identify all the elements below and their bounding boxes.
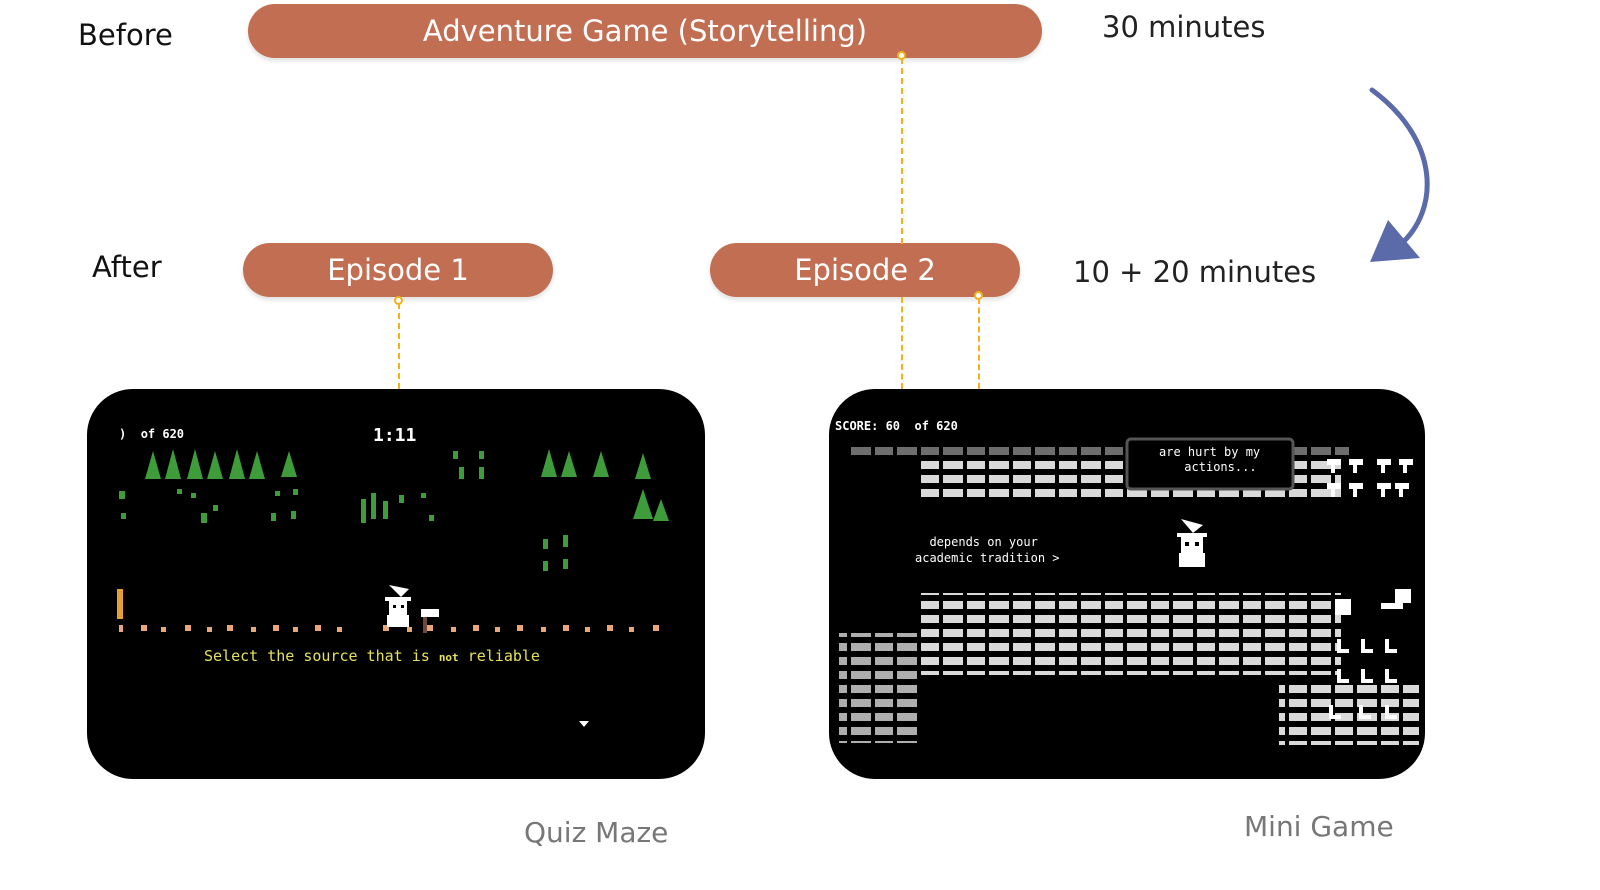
quiz-maze-screenshot: ) of 620 1:11 Select the source that is … [87, 389, 705, 779]
after-time: 10 + 20 minutes [1073, 255, 1317, 289]
connector-dot-before [897, 51, 906, 60]
quiz-maze-caption: Quiz Maze [524, 816, 669, 849]
curved-arrow-icon [1369, 87, 1430, 262]
sign-text: are hurt by my actions... [1159, 445, 1261, 474]
connector-episode2-right [978, 298, 980, 389]
quiz-question: Select the source that is not reliable [204, 647, 540, 665]
mini-game-text: depends on your academic tradition > [915, 535, 1060, 565]
mini-game-screenshot: SCORE: 60 of 620 are hurt by my actions.… [829, 389, 1425, 779]
before-label: Before [78, 18, 173, 52]
episode-1-pill: Episode 1 [243, 243, 553, 297]
brick-walls [839, 437, 1419, 745]
connector-episode2-to-minigame [901, 297, 903, 389]
player-sprite-icon [1177, 519, 1207, 567]
player-sprite-icon [385, 585, 439, 633]
after-label: After [92, 250, 162, 284]
connector-episode1-to-quiz [398, 303, 400, 389]
connector-dot-episode1 [394, 296, 403, 305]
forest-trees [119, 449, 669, 571]
mini-game-caption: Mini Game [1244, 810, 1394, 843]
episode-2-pill: Episode 2 [710, 243, 1020, 297]
connector-before-to-minigame [901, 58, 903, 244]
down-triangle-icon [579, 721, 589, 727]
before-time: 30 minutes [1102, 10, 1266, 44]
connector-dot-episode2 [974, 291, 983, 300]
adventure-game-pill: Adventure Game (Storytelling) [248, 4, 1042, 58]
